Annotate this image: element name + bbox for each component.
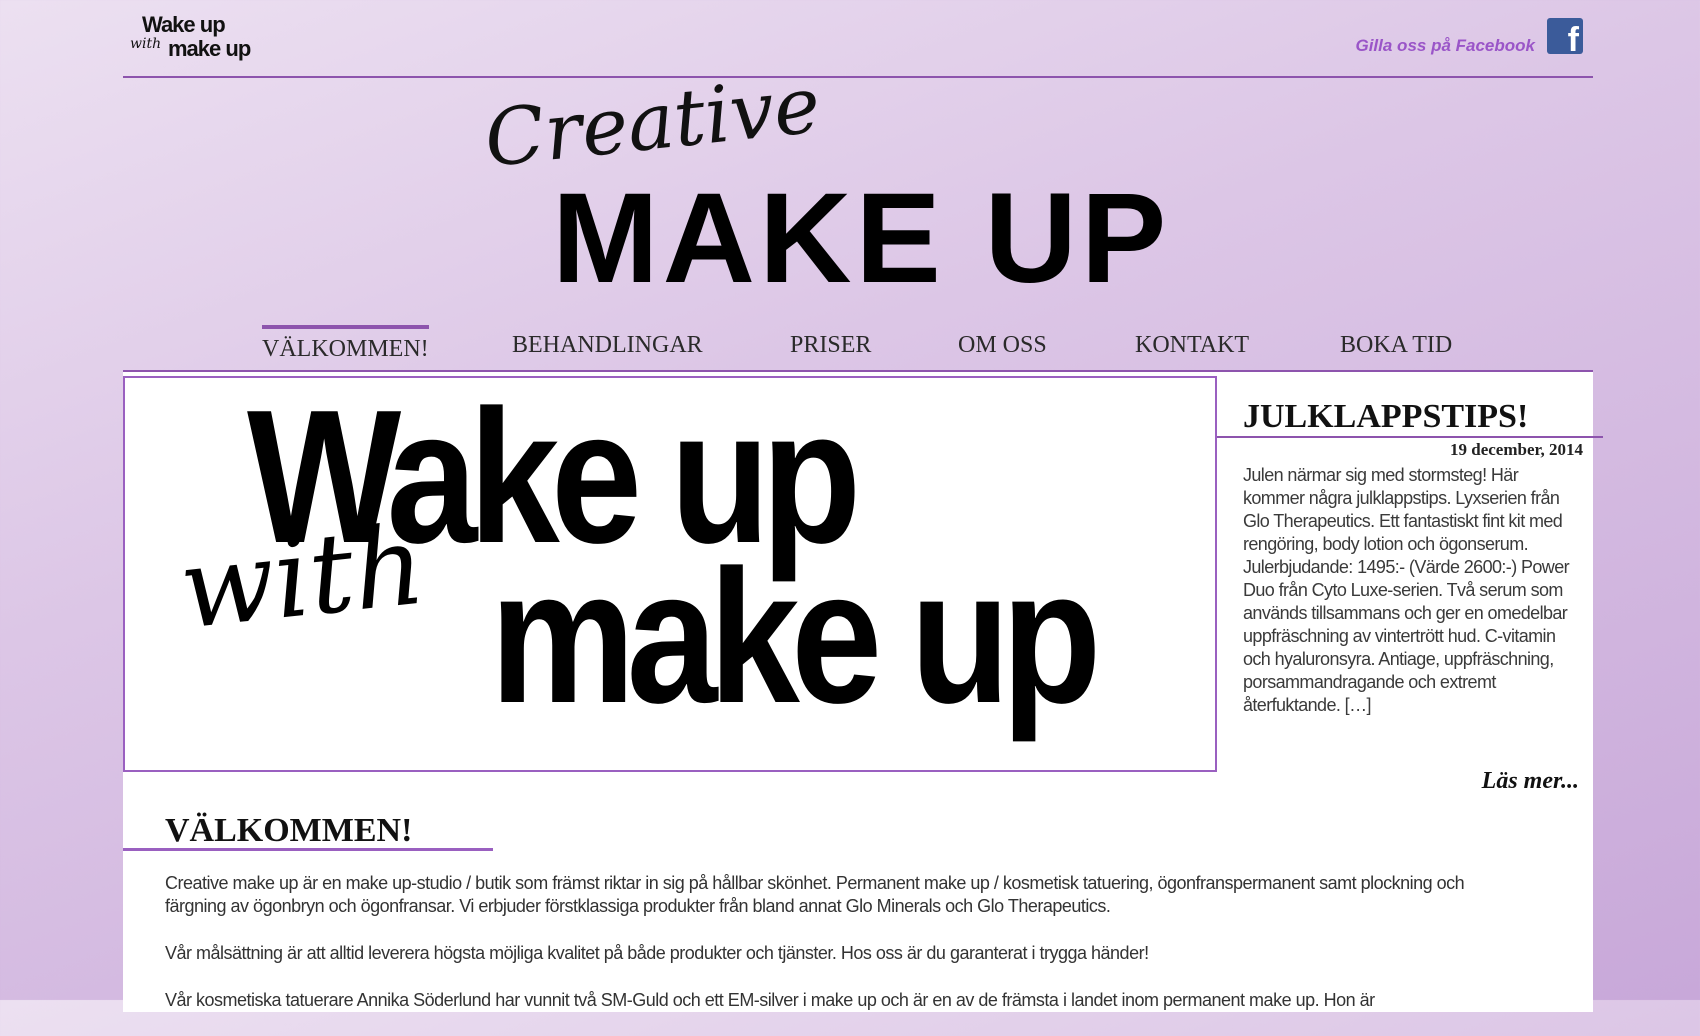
welcome-divider <box>123 848 493 851</box>
welcome-paragraph-2: Vår målsättning är att alltid leverera h… <box>165 943 1149 963</box>
news-date: 19 december, 2014 <box>1450 440 1583 459</box>
facebook-link[interactable]: Gilla oss på Facebook <box>1355 36 1535 56</box>
banner-image: Wake up make up with <box>123 376 1217 772</box>
main-nav: VÄLKOMMEN! BEHANDLINGAR PRISER OM OSS KO… <box>123 320 1593 374</box>
main-content: Wake up make up with JULKLAPPSTIPS! 19 d… <box>123 372 1603 1012</box>
welcome-paragraph-1: Creative make up är en make up-studio / … <box>165 873 1465 916</box>
read-more-link[interactable]: Läs mer... <box>1482 768 1579 795</box>
hero-makeup-text: MAKE UP <box>552 167 1171 310</box>
site-logo[interactable]: Wake up with make up <box>130 12 280 62</box>
news-title[interactable]: JULKLAPPSTIPS! <box>1217 398 1603 438</box>
nav-item-kontakt[interactable]: KONTAKT <box>1135 332 1249 359</box>
welcome-heading: VÄLKOMMEN! <box>165 812 413 849</box>
nav-item-behandlingar[interactable]: BEHANDLINGAR <box>512 332 703 359</box>
banner-line2: with <box>173 500 431 654</box>
top-bar: Wake up with make up Gilla oss på Facebo… <box>123 0 1593 78</box>
facebook-icon[interactable]: f <box>1547 18 1583 54</box>
news-sidebar: JULKLAPPSTIPS! 19 december, 2014 Julen n… <box>1217 372 1603 812</box>
nav-item-om-oss[interactable]: OM OSS <box>958 332 1047 359</box>
banner-line3: make up <box>490 531 1101 743</box>
welcome-paragraph-3: Vår kosmetiska tatuerare Annika Söderlun… <box>165 990 1375 1010</box>
logo-line1: Wake up <box>142 12 226 37</box>
hero-logo: Creative MAKE UP <box>480 60 1260 310</box>
news-excerpt: Julen närmar sig med stormsteg! Här komm… <box>1243 465 1570 715</box>
logo-line2: with <box>130 36 162 52</box>
nav-item-valkommen[interactable]: VÄLKOMMEN! <box>262 325 429 363</box>
nav-item-boka-tid[interactable]: BOKA TID <box>1340 332 1452 359</box>
nav-item-priser[interactable]: PRISER <box>790 332 871 359</box>
logo-line3: make up <box>168 36 251 61</box>
welcome-body: Creative make up är en make up-studio / … <box>165 872 1495 1036</box>
